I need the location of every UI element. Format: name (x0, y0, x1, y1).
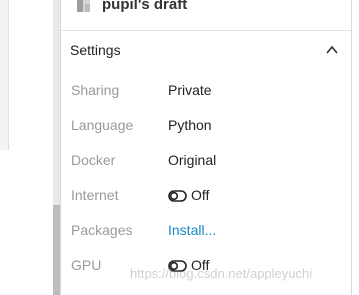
internet-value: Off (191, 187, 210, 203)
draft-title-row[interactable]: pupil's draft (75, 0, 187, 14)
setting-row-internet: Internet Off (71, 185, 341, 205)
setting-row-language: Language Python (71, 115, 341, 135)
chevron-up-icon[interactable] (325, 43, 339, 57)
watermark: https://blog.csdn.net/appleyuchi (130, 266, 313, 281)
draft-title: pupil's draft (102, 0, 188, 13)
sharing-label: Sharing (71, 82, 120, 98)
install-packages-link[interactable]: Install... (168, 222, 216, 238)
settings-title: Settings (70, 42, 121, 58)
docker-value[interactable]: Original (168, 152, 216, 168)
settings-section-header[interactable]: Settings (61, 31, 351, 69)
setting-row-docker: Docker Original (71, 150, 341, 170)
setting-row-packages: Packages Install... (71, 220, 341, 240)
internet-label: Internet (71, 187, 119, 203)
setting-row-sharing: Sharing Private (71, 80, 341, 100)
sharing-value[interactable]: Private (168, 82, 212, 98)
language-value[interactable]: Python (168, 117, 212, 133)
internet-toggle[interactable]: Off (168, 187, 209, 203)
settings-panel: pupil's draft Settings Sharing Private L… (60, 0, 352, 295)
background-panel (0, 0, 9, 150)
packages-label: Packages (71, 222, 133, 238)
docker-label: Docker (71, 152, 116, 168)
scrollbar-thumb[interactable] (53, 205, 60, 295)
toggle-off-icon[interactable] (168, 189, 187, 202)
language-label: Language (71, 117, 134, 133)
draft-file-icon (75, 0, 93, 13)
